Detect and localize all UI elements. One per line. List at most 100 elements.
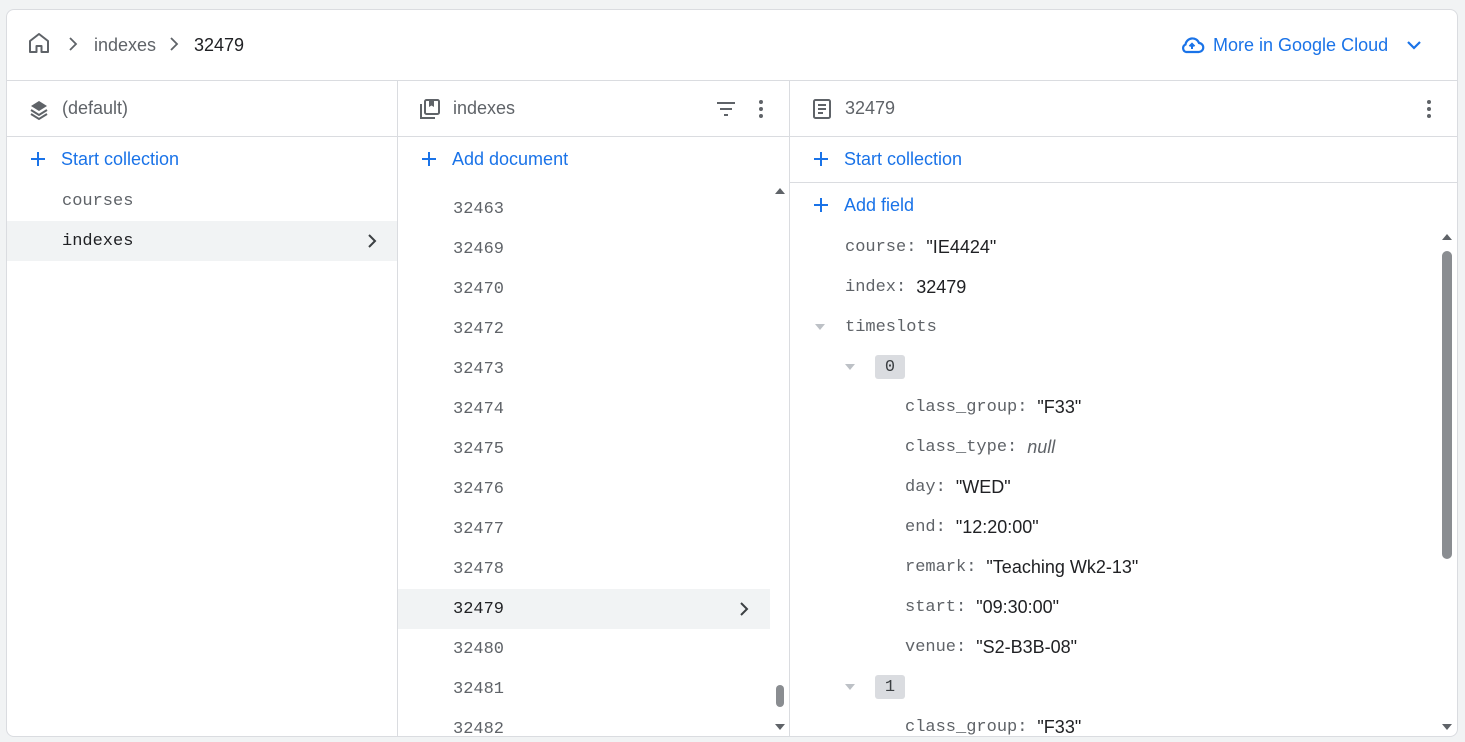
document-title: 32479 [845,98,896,118]
scroll-down-arrow-icon[interactable] [773,721,787,733]
document-icon [813,99,831,119]
collapse-triangle-icon[interactable] [844,681,856,693]
field-value: "Teaching Wk2-13" [986,556,1139,577]
start-subcollection-button[interactable]: Start collection [810,148,962,170]
document-panel-header: 32479 [790,81,1457,137]
more-in-google-cloud-label: More in Google Cloud [1213,34,1389,55]
document-id: 32482 [453,719,505,737]
field-index[interactable]: index: 32479 [845,267,966,307]
field-key: course: [845,237,917,257]
add-field-label: Add field [844,194,915,215]
section-divider [790,182,1457,183]
document-item[interactable]: 32478 [398,549,770,589]
scroll-down-arrow-icon[interactable] [1440,721,1454,733]
field-value: 32479 [916,276,967,297]
field-key: remark: [905,557,977,577]
document-id: 32476 [453,479,505,499]
database-panel-header: (default) [7,81,397,137]
home-icon[interactable] [27,31,51,55]
field-day[interactable]: day: "WED" [905,467,1011,507]
document-id: 32481 [453,679,505,699]
document-id: 32473 [453,359,505,379]
plus-icon [31,152,45,166]
document-item[interactable]: 32472 [398,309,770,349]
document-id: 32469 [453,239,505,259]
document-item[interactable]: 32474 [398,389,770,429]
breadcrumb-bar: indexes 32479 More in Google Cloud [7,10,1457,81]
collection-panel: indexes Add document 32463 32469 32470 3… [398,81,790,736]
start-collection-button[interactable]: Start collection [27,148,179,170]
field-value: "WED" [955,476,1011,497]
document-item[interactable]: 32470 [398,269,770,309]
field-value: "F33" [1037,716,1082,737]
field-start[interactable]: start: "09:30:00" [905,587,1059,627]
firestore-data-viewer: indexes 32479 More in Google Cloud (defa… [6,9,1458,737]
field-key: class_group: [905,717,1028,737]
more-vert-icon[interactable] [1417,97,1441,121]
field-timeslots[interactable]: timeslots [845,307,937,347]
field-key: venue: [905,637,967,657]
field-key: timeslots [845,317,937,337]
document-id: 32472 [453,319,505,339]
document-list: 32463 32469 32470 32472 32473 32474 3247… [398,137,789,736]
field-key: day: [905,477,946,497]
document-id: 32478 [453,559,505,579]
document-id: 32477 [453,519,505,539]
field-class-group[interactable]: class_group: "F33" [905,707,1081,737]
document-id: 32474 [453,399,505,419]
chevron-right-icon [170,37,179,51]
document-id: 32479 [453,599,505,619]
collection-label: indexes [62,231,134,251]
document-fields-scrollbar[interactable] [1440,231,1454,736]
document-item[interactable]: 32473 [398,349,770,389]
collection-item-courses[interactable]: courses [7,181,397,221]
plus-icon [814,152,828,166]
scroll-up-arrow-icon[interactable] [1440,231,1454,243]
cloud-icon [1182,37,1205,54]
field-value: "12:20:00" [955,516,1039,537]
document-panel: 32479 Start collection Add field course:… [790,81,1457,736]
field-key: end: [905,517,946,537]
document-item[interactable]: 32475 [398,429,770,469]
start-collection-label: Start collection [61,148,180,169]
field-class-type[interactable]: class_type: null [905,427,1055,467]
document-item[interactable]: 32480 [398,629,770,669]
field-key: class_group: [905,397,1028,417]
collapse-triangle-icon[interactable] [814,321,826,333]
plus-icon [814,198,828,212]
field-venue[interactable]: venue: "S2-B3B-08" [905,627,1077,667]
field-course[interactable]: course: "IE4424" [845,227,996,267]
document-item-selected[interactable]: 32479 [398,589,770,629]
chevron-down-icon [1407,41,1421,50]
more-in-google-cloud-button[interactable]: More in Google Cloud [1179,30,1426,60]
scrollbar-thumb[interactable] [1442,251,1452,559]
array-index-badge[interactable]: 0 [875,355,905,379]
document-item[interactable]: 32463 [398,189,770,229]
breadcrumb-indexes[interactable]: indexes [94,34,156,56]
document-item[interactable]: 32477 [398,509,770,549]
document-id: 32480 [453,639,505,659]
collapse-triangle-icon[interactable] [844,361,856,373]
document-item[interactable]: 32482 [398,709,770,737]
field-key: class_type: [905,437,1018,457]
field-end[interactable]: end: "12:20:00" [905,507,1039,547]
document-id: 32475 [453,439,505,459]
scrollbar-thumb[interactable] [776,685,784,707]
field-key: index: [845,277,907,297]
document-item[interactable]: 32481 [398,669,770,709]
scroll-up-arrow-icon[interactable] [773,185,787,197]
more-vert-icon[interactable] [749,97,773,121]
document-item[interactable]: 32469 [398,229,770,269]
field-remark[interactable]: remark: "Teaching Wk2-13" [905,547,1138,587]
document-list-scrollbar[interactable] [773,185,787,736]
array-index-badge[interactable]: 1 [875,675,905,699]
filter-icon[interactable] [714,97,738,121]
field-class-group[interactable]: class_group: "F33" [905,387,1081,427]
database-stack-icon [30,101,48,121]
chevron-right-icon [368,234,377,248]
add-field-button[interactable]: Add field [810,194,914,216]
document-item[interactable]: 32476 [398,469,770,509]
collection-item-indexes[interactable]: indexes [7,221,397,261]
field-value: "S2-B3B-08" [976,636,1078,657]
field-key: start: [905,597,967,617]
